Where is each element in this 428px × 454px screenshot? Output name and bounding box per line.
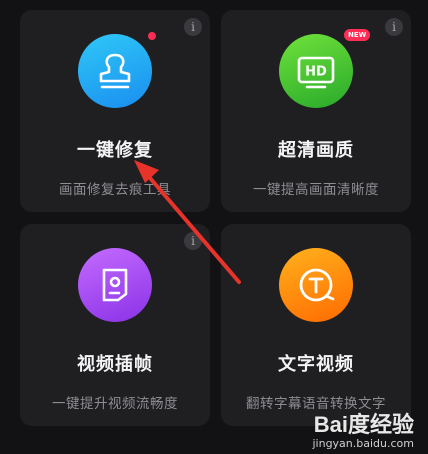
watermark-url: jingyan.baidu.com <box>312 437 414 450</box>
baidu-jingyan-watermark: Bai度经验 jingyan.baidu.com <box>312 407 414 450</box>
annotation-arrow <box>134 160 241 284</box>
watermark-logo: Bai度经验 <box>313 412 414 437</box>
